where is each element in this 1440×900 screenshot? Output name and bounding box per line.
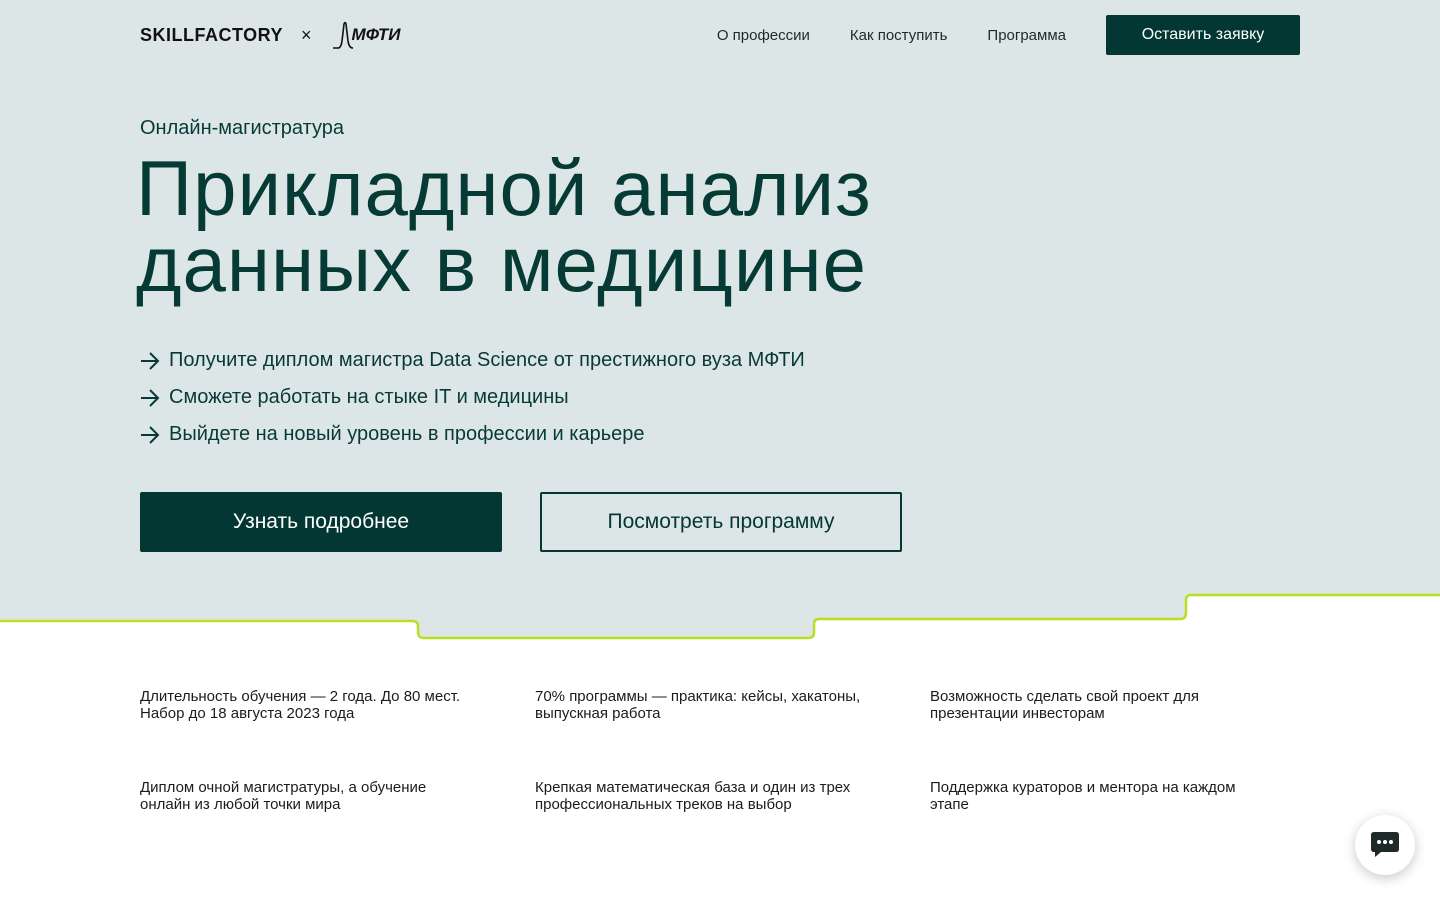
hero-section: SKILLFACTORY × МФТИ О профессии Как пост… <box>0 0 1440 640</box>
feature-item: Диплом очной магистратуры, а обучение он… <box>140 779 427 813</box>
mipt-logo[interactable]: МФТИ <box>332 19 401 51</box>
apply-button[interactable]: Оставить заявку <box>1106 15 1300 55</box>
benefit-item: Получите диплом магистра Data Science от… <box>140 342 805 379</box>
benefit-item: Сможете работать на стыке IT и медицины <box>140 379 805 416</box>
arrow-right-icon <box>140 388 160 408</box>
features-grid: Длительность обучения — 2 года. До 80 ме… <box>140 688 1300 813</box>
nav-item-program[interactable]: Программа <box>987 27 1066 44</box>
view-program-button[interactable]: Посмотреть программу <box>540 492 902 552</box>
benefit-text: Выйдете на новый уровень в профессии и к… <box>169 423 645 445</box>
learn-more-button[interactable]: Узнать подробнее <box>140 492 502 552</box>
logo-separator: × <box>301 24 312 45</box>
chat-button[interactable] <box>1355 815 1415 875</box>
feature-item: Длительность обучения — 2 года. До 80 ме… <box>140 688 461 722</box>
feature-item: Крепкая математическая база и один из тр… <box>535 779 851 813</box>
main-nav: О профессии Как поступить Программа <box>717 15 1066 55</box>
arrow-right-icon <box>140 425 160 445</box>
benefit-item: Выйдете на новый уровень в профессии и к… <box>140 416 805 453</box>
nav-item-admission[interactable]: Как поступить <box>850 27 948 44</box>
title-line-2: данных в медицине <box>136 220 867 308</box>
benefits-list: Получите диплом магистра Data Science от… <box>140 342 805 453</box>
feature-item: 70% программы — практика: кейсы, хакатон… <box>535 688 861 722</box>
skillfactory-logo[interactable]: SKILLFACTORY <box>140 25 283 46</box>
chat-bubble-icon <box>1371 832 1399 857</box>
title-line-1: Прикладной анализ <box>136 144 872 232</box>
benefit-text: Сможете работать на стыке IT и медицины <box>169 386 569 408</box>
page-title: Прикладной анализ данных в медицине <box>136 149 1036 303</box>
hero-eyebrow: Онлайн-магистратура <box>140 117 344 139</box>
feature-item: Поддержка кураторов и ментора на каждом … <box>930 779 1236 813</box>
site-header: SKILLFACTORY × МФТИ О профессии Как пост… <box>140 15 1300 55</box>
nav-item-about[interactable]: О профессии <box>717 27 810 44</box>
benefit-text: Получите диплом магистра Data Science от… <box>169 349 805 371</box>
feature-item: Возможность сделать свой проект для през… <box>930 688 1200 722</box>
mipt-wave-icon <box>332 21 353 49</box>
mipt-logo-text: МФТИ <box>351 25 401 44</box>
arrow-right-icon <box>140 351 160 371</box>
